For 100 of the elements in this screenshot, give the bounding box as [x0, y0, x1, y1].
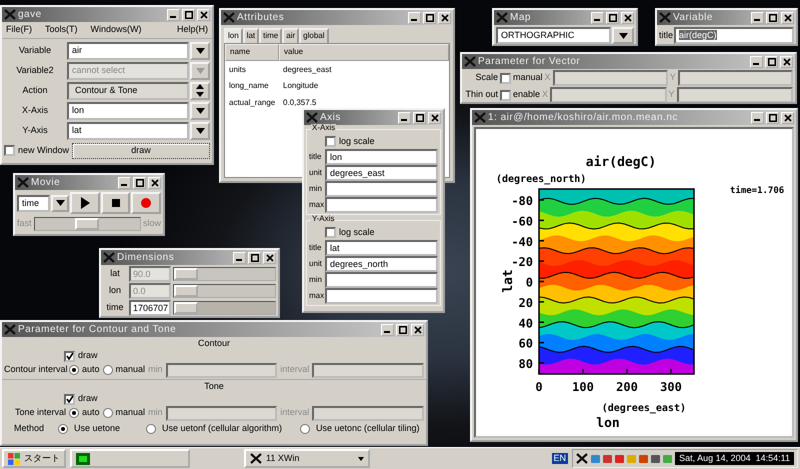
text-field[interactable]: lon — [325, 149, 438, 165]
maximize-button[interactable] — [606, 12, 619, 24]
tab[interactable]: time — [259, 28, 282, 43]
dropdown-button[interactable] — [190, 122, 210, 140]
radio-button[interactable] — [146, 424, 156, 434]
min-field[interactable] — [166, 362, 278, 378]
radio-button[interactable] — [102, 365, 113, 376]
radio-button[interactable] — [58, 424, 68, 434]
stop-button[interactable] — [100, 192, 130, 214]
play-button[interactable] — [70, 192, 100, 214]
maximize-button[interactable] — [766, 112, 779, 124]
interval-field[interactable] — [312, 406, 424, 421]
text-field[interactable] — [325, 181, 438, 197]
menu-item[interactable]: File(F) — [6, 25, 32, 35]
minimize-button[interactable] — [751, 12, 764, 24]
maximize-button[interactable] — [133, 176, 146, 188]
text-field[interactable]: air(degC) — [674, 27, 794, 44]
maximize-button[interactable] — [423, 12, 436, 24]
checkbox[interactable] — [4, 145, 15, 156]
close-button[interactable] — [411, 324, 424, 336]
draw-button[interactable]: draw — [72, 142, 210, 159]
record-button[interactable] — [131, 192, 162, 214]
combo-field[interactable]: lon — [67, 102, 189, 120]
close-button[interactable] — [781, 12, 794, 24]
slider[interactable] — [173, 267, 276, 281]
tab[interactable]: global — [299, 28, 329, 43]
maximize-button[interactable] — [765, 56, 778, 68]
text-field[interactable]: lat — [325, 240, 438, 256]
menu-item[interactable]: Windows(W) — [90, 25, 142, 35]
close-button[interactable] — [263, 252, 276, 264]
start-button[interactable]: スタート — [2, 449, 66, 468]
column-header[interactable]: name — [225, 44, 279, 61]
text-field[interactable]: degrees_north — [325, 256, 438, 272]
slider[interactable] — [173, 284, 276, 298]
combo-field[interactable]: ORTHOGRAPHIC — [496, 27, 611, 44]
tab[interactable]: air — [282, 28, 300, 43]
combo-field[interactable]: time — [17, 194, 50, 212]
minimize-button[interactable] — [591, 12, 604, 24]
tab[interactable]: lat — [242, 28, 260, 43]
slider[interactable] — [173, 301, 276, 315]
min-field[interactable] — [166, 406, 278, 421]
maximize-button[interactable] — [248, 252, 261, 264]
close-button[interactable] — [621, 12, 634, 24]
up-down-arrows-icon — [196, 84, 204, 98]
radio-button[interactable] — [69, 365, 79, 376]
text-field[interactable] — [325, 288, 438, 304]
menu-item[interactable]: Help(H) — [176, 25, 208, 35]
maximize-button[interactable] — [766, 12, 779, 24]
dropdown-button[interactable] — [612, 27, 634, 44]
y-field[interactable] — [676, 87, 793, 102]
close-button[interactable] — [781, 112, 794, 124]
speed-slider[interactable] — [34, 217, 141, 231]
text-field[interactable]: degrees_east — [325, 165, 438, 181]
combo-field[interactable]: air — [67, 42, 189, 60]
spin-button[interactable] — [190, 82, 210, 100]
close-button[interactable] — [197, 8, 210, 20]
text-field[interactable] — [325, 197, 438, 213]
radio-button[interactable] — [102, 408, 113, 418]
close-button[interactable] — [780, 56, 793, 68]
y-field[interactable] — [678, 70, 793, 86]
checkbox[interactable] — [325, 227, 336, 238]
x-field[interactable] — [550, 87, 667, 102]
taskbar-button[interactable] — [70, 449, 190, 468]
minimize-button[interactable] — [408, 12, 421, 24]
minimize-button[interactable] — [167, 8, 180, 20]
taskbar-button[interactable]: 11 XWin — [244, 449, 370, 468]
close-button[interactable] — [428, 112, 441, 124]
dropdown-button[interactable] — [51, 194, 69, 212]
checkbox[interactable] — [325, 136, 336, 147]
tab[interactable]: lon — [224, 28, 243, 43]
close-button[interactable] — [438, 12, 451, 24]
checkbox[interactable] — [64, 394, 75, 405]
close-button[interactable] — [148, 176, 161, 188]
language-indicator[interactable]: EN — [552, 452, 568, 464]
radio-button[interactable] — [300, 424, 310, 434]
spin-field[interactable]: Contour & Tone — [67, 82, 189, 100]
minimize-button[interactable] — [751, 112, 764, 124]
dropdown-button[interactable] — [190, 102, 210, 120]
slider-thumb[interactable] — [174, 302, 198, 314]
maximize-button[interactable] — [182, 8, 195, 20]
maximize-button[interactable] — [413, 112, 426, 124]
minimize-button[interactable] — [118, 176, 131, 188]
combo-field[interactable]: lat — [67, 122, 189, 140]
dropdown-button[interactable] — [190, 42, 210, 60]
column-header[interactable]: value — [279, 44, 449, 61]
interval-field[interactable] — [312, 362, 424, 378]
checkbox[interactable] — [64, 350, 75, 362]
minimize-button[interactable] — [398, 112, 411, 124]
maximize-button[interactable] — [396, 324, 409, 336]
minimize-button[interactable] — [381, 324, 394, 336]
slider-thumb[interactable] — [75, 218, 100, 230]
x-field[interactable] — [552, 70, 668, 86]
menu-item[interactable]: Tools(T) — [45, 25, 78, 35]
radio-button[interactable] — [69, 408, 79, 418]
minimize-button[interactable] — [233, 252, 246, 264]
checkbox[interactable] — [500, 72, 511, 84]
value-field[interactable]: 1706707 — [129, 300, 171, 316]
checkbox[interactable] — [500, 90, 511, 100]
minimize-button[interactable] — [750, 56, 763, 68]
text-field[interactable] — [325, 272, 438, 288]
